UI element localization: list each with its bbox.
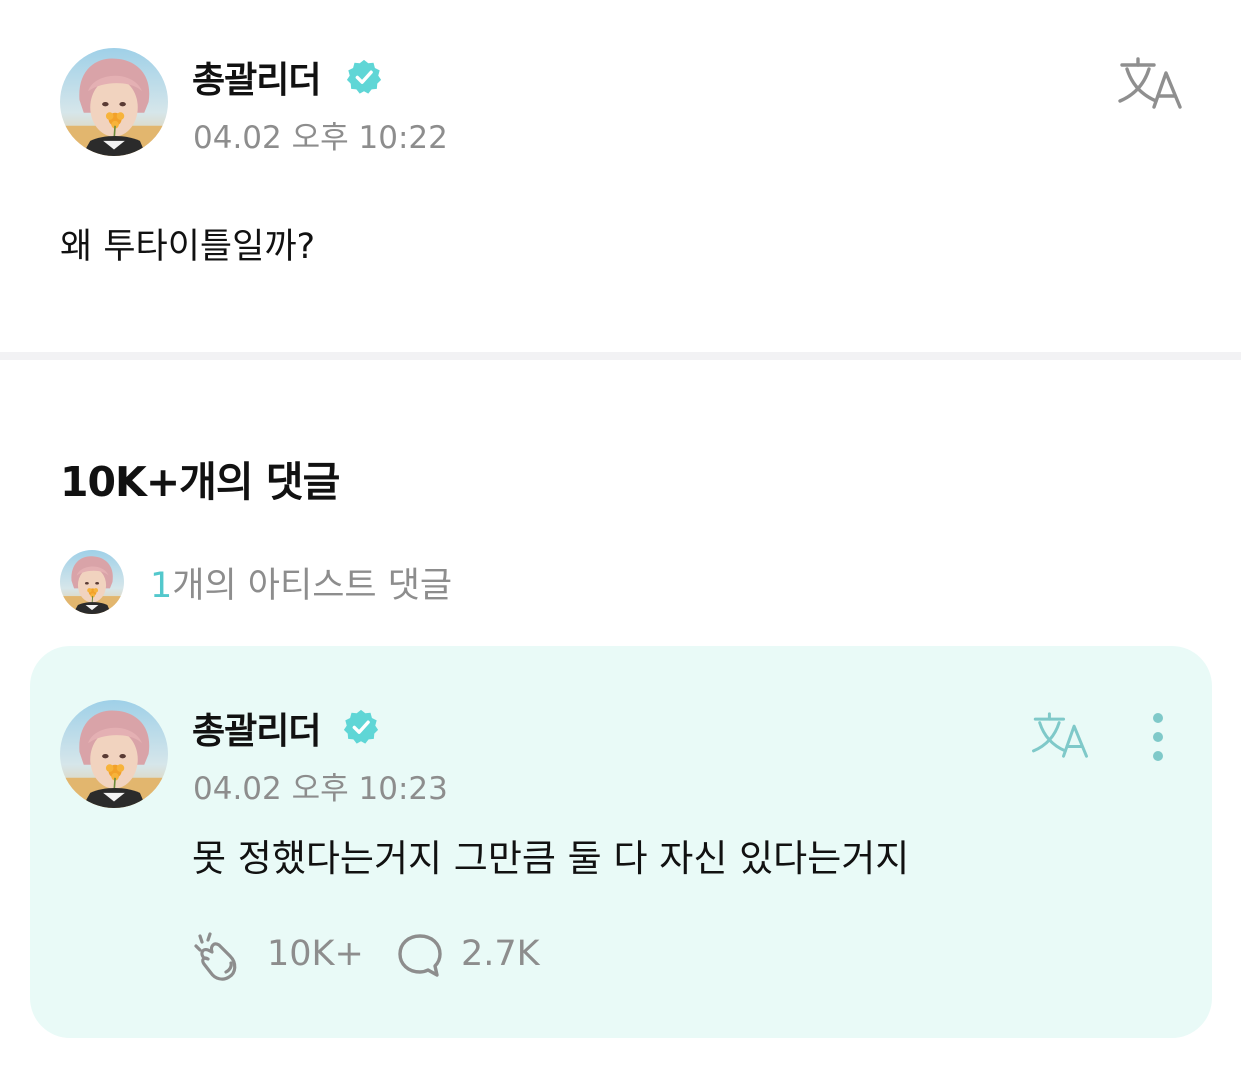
translate-icon[interactable] [1030,710,1090,760]
avatar-image [60,550,124,614]
more-vertical-icon[interactable] [1140,710,1176,764]
artist-comments-label: 1개의 아티스트 댓글 [150,557,452,608]
reply-count: 2.7K [461,934,540,974]
artist-comments-filter[interactable]: 1개의 아티스트 댓글 [60,548,520,612]
artist-avatar [60,550,124,614]
verified-badge-icon [345,58,383,96]
speech-bubble-icon [398,934,442,977]
like-button[interactable]: 10K+ [192,928,364,984]
avatar-image [60,700,168,808]
artist-comments-count: 1 [150,566,173,606]
verified-badge-icon [342,708,380,746]
post-body-text: 왜 투타이틀일까? [60,227,316,267]
translate-icon[interactable] [1116,55,1184,111]
artist-comments-text: 개의 아티스트 댓글 [172,566,453,606]
artist-comment-card: 총괄리더 04.02 오후 10:23 못 정했다는거지 그만큼 둘 다 자신 … [30,646,1212,1038]
reply-button[interactable]: 2.7K [394,928,594,984]
post-author-name[interactable]: 총괄리더 [192,51,321,103]
section-divider [0,352,1241,360]
author-avatar[interactable] [60,48,168,156]
post-timestamp: 04.02 오후 10:22 [193,120,448,156]
comment-author-name[interactable]: 총괄리더 [192,702,321,754]
comment-author-avatar[interactable] [60,700,168,808]
like-count: 10K+ [267,934,364,974]
comment-text: 못 정했다는거지 그만큼 둘 다 자신 있다는거지 [192,837,910,880]
comments-count-heading: 10K+개의 댓글 [60,458,340,506]
cheer-icon [194,932,237,981]
avatar-image [60,48,168,156]
comment-timestamp: 04.02 오후 10:23 [193,771,448,807]
